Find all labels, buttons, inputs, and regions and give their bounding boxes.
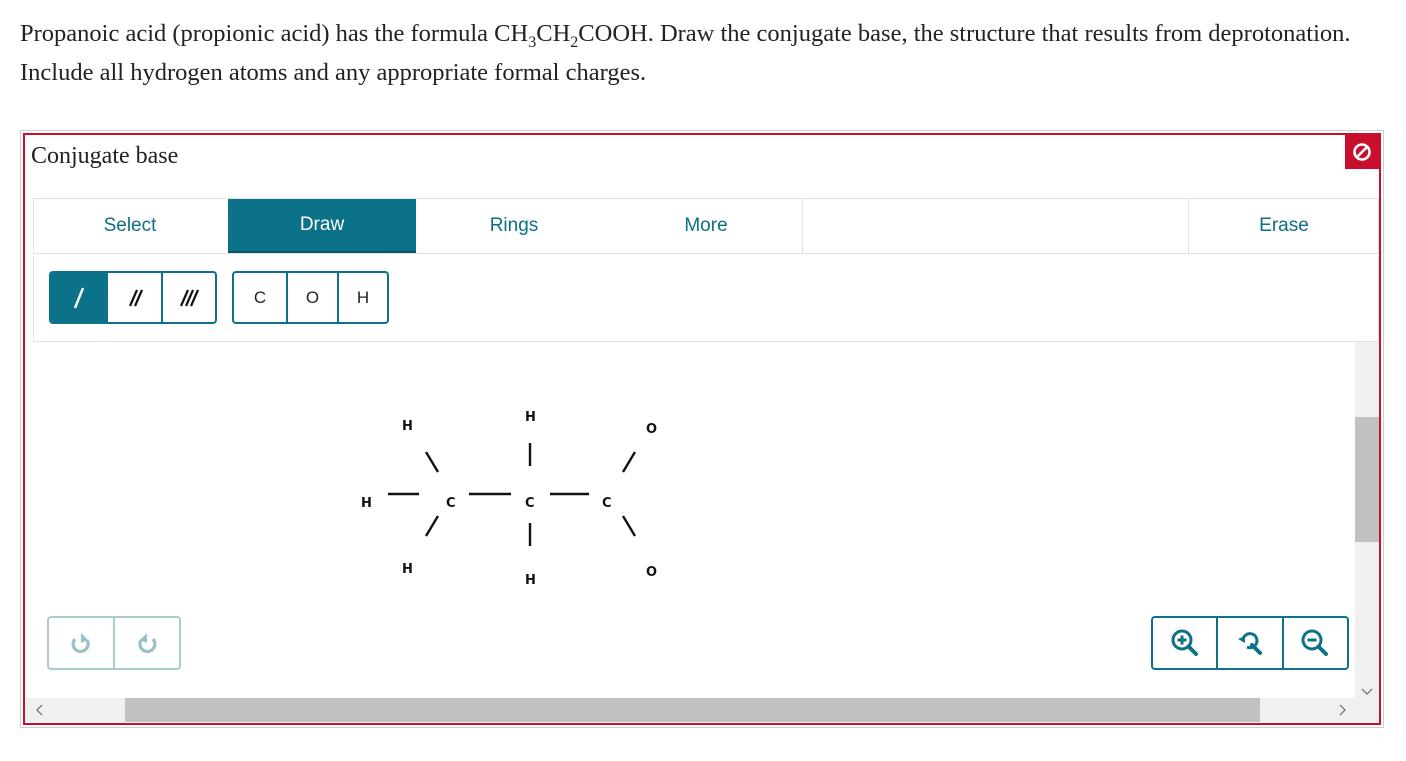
atom-o-bottom[interactable]: O (646, 565, 657, 580)
panel-title: Conjugate base (31, 143, 179, 169)
atom-h-top-mid[interactable]: H (525, 410, 536, 425)
atom-c1[interactable]: C (446, 496, 456, 511)
zoom-reset-button[interactable] (1216, 618, 1281, 668)
oxygen-atom-button[interactable]: O (286, 273, 337, 322)
tool-palette: C O H (33, 256, 1379, 342)
vertical-scroll-thumb[interactable] (1355, 417, 1379, 542)
tab-draw[interactable]: Draw (228, 199, 416, 253)
history-group (47, 616, 181, 670)
zoom-in-icon (1171, 629, 1198, 656)
tab-erase[interactable]: Erase (1189, 199, 1379, 253)
atom-h-bottom-left[interactable]: H (402, 562, 413, 577)
undo-icon (71, 633, 90, 654)
question-text: Propanoic acid (propionic acid) has the … (20, 14, 1360, 92)
bond-c3-o-bottom[interactable] (621, 515, 637, 537)
atom-c3[interactable]: C (602, 496, 612, 511)
tool-tabs: Select Draw Rings More Erase (33, 198, 1379, 254)
scroll-down-arrow-icon[interactable] (1361, 686, 1373, 696)
scroll-right-arrow-icon[interactable] (1337, 704, 1347, 716)
horizontal-scrollbar[interactable] (25, 698, 1379, 722)
zoom-controls (1151, 616, 1349, 670)
atom-h-bottom-mid[interactable]: H (525, 573, 536, 588)
bond-c1-h-top[interactable] (424, 451, 440, 473)
atom-c2[interactable]: C (525, 496, 535, 511)
scroll-left-arrow-icon[interactable] (35, 704, 45, 716)
carbon-atom-button[interactable]: C (234, 273, 286, 322)
atom-h-top-left[interactable]: H (402, 419, 413, 434)
zoom-out-button[interactable] (1281, 618, 1347, 668)
zoom-in-button[interactable] (1153, 618, 1216, 668)
tab-select[interactable]: Select (34, 199, 226, 253)
zoom-out-icon (1301, 629, 1329, 656)
double-bond-icon (128, 289, 143, 306)
atom-type-group: C O H (232, 271, 389, 324)
zoom-reset-icon (1237, 632, 1262, 655)
single-bond-icon (73, 287, 84, 308)
bond-c3-o-top[interactable] (621, 451, 637, 473)
question-part-1: Propanoic acid (propionic acid) has the … (20, 20, 529, 47)
horizontal-scroll-thumb[interactable] (125, 698, 1260, 722)
single-bond-button[interactable] (51, 273, 106, 322)
bond-type-group (49, 271, 217, 324)
redo-button[interactable] (113, 618, 179, 668)
drawing-panel: Conjugate base Select Draw Rings More Er… (23, 133, 1381, 725)
redo-icon (138, 633, 157, 654)
question-part-2: CH (536, 20, 571, 47)
hydrogen-atom-button[interactable]: H (337, 273, 387, 322)
tab-rings[interactable]: Rings (418, 199, 610, 253)
triple-bond-icon (179, 289, 200, 306)
tab-more[interactable]: More (610, 199, 802, 253)
bonds (388, 443, 637, 546)
undo-button[interactable] (49, 618, 113, 668)
double-bond-button[interactable] (106, 273, 161, 322)
atom-o-top[interactable]: O (646, 422, 657, 437)
atom-h-left[interactable]: H (361, 496, 372, 511)
tab-divider (802, 199, 803, 253)
vertical-scrollbar[interactable] (1355, 342, 1379, 700)
no-entry-icon[interactable] (1345, 135, 1379, 169)
bond-c1-h-bottom[interactable] (424, 515, 440, 537)
triple-bond-button[interactable] (161, 273, 215, 322)
